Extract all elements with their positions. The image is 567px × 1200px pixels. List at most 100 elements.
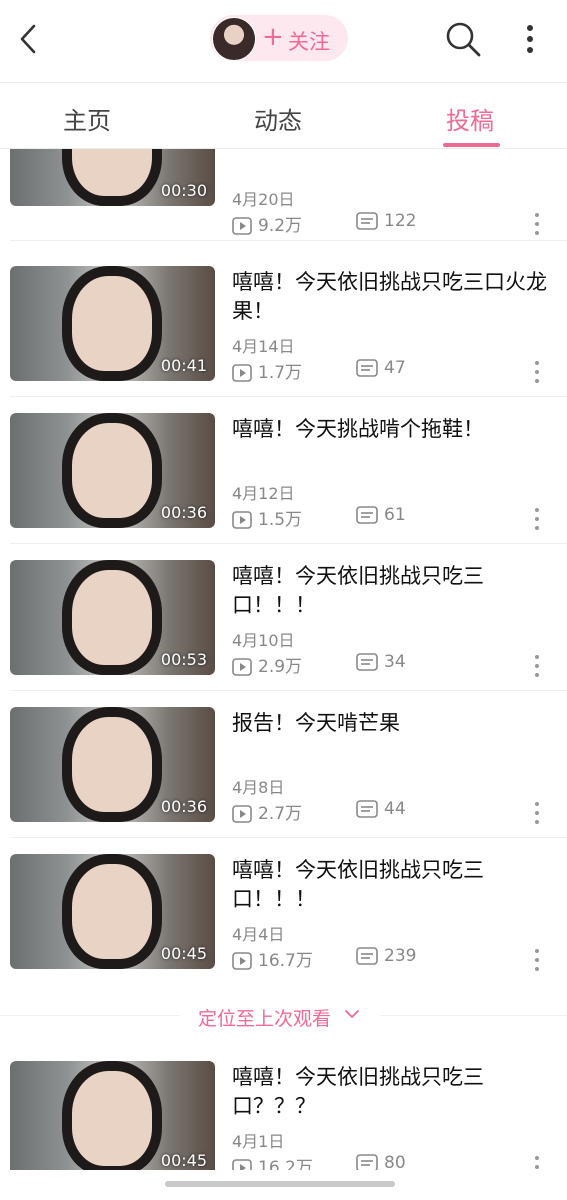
play-icon bbox=[232, 658, 252, 676]
comment-count: 34 bbox=[356, 652, 406, 672]
divider bbox=[10, 690, 567, 691]
play-count: 16.2万 bbox=[232, 1153, 313, 1170]
comment-count: 47 bbox=[356, 358, 406, 378]
video-duration: 00:53 bbox=[160, 650, 207, 669]
video-thumbnail[interactable]: 00:45 bbox=[10, 854, 215, 969]
comment-count-value: 61 bbox=[384, 505, 406, 525]
comment-icon bbox=[356, 212, 378, 230]
back-arrow-icon[interactable] bbox=[14, 22, 44, 56]
comment-icon bbox=[356, 359, 378, 377]
tab-activity[interactable]: 动态 bbox=[254, 101, 302, 136]
item-more-icon[interactable] bbox=[533, 801, 541, 825]
comment-icon bbox=[356, 800, 378, 818]
video-thumbnail[interactable]: 00:41 bbox=[10, 266, 215, 381]
chevron-down-icon bbox=[345, 1010, 359, 1018]
comment-count-value: 34 bbox=[384, 652, 406, 672]
follow-button[interactable]: + 关注 bbox=[210, 15, 348, 61]
locate-last-viewed-label: 定位至上次观看 bbox=[198, 1008, 332, 1030]
thumbnail-image bbox=[72, 570, 152, 665]
video-item[interactable]: 00:36 报告！今天啃芒果 4月8日 2.7万 44 bbox=[0, 707, 567, 854]
follow-label: 关注 bbox=[288, 30, 330, 54]
tab-home[interactable]: 主页 bbox=[63, 101, 111, 136]
comment-count: 61 bbox=[356, 505, 406, 525]
plus-icon: + bbox=[262, 22, 284, 52]
item-more-icon[interactable] bbox=[533, 1155, 541, 1170]
comment-icon bbox=[356, 947, 378, 965]
video-date: 4月4日 bbox=[232, 925, 285, 944]
comment-count-value: 44 bbox=[384, 799, 406, 819]
video-duration: 00:45 bbox=[160, 1151, 207, 1170]
comment-icon bbox=[356, 653, 378, 671]
video-duration: 00:41 bbox=[160, 356, 207, 375]
thumbnail-image bbox=[72, 423, 152, 518]
video-title[interactable]: 报告！今天啃芒果 bbox=[232, 709, 552, 738]
video-thumbnail[interactable]: 00:36 bbox=[10, 413, 215, 528]
home-indicator[interactable] bbox=[165, 1181, 395, 1187]
play-icon bbox=[232, 364, 252, 382]
video-thumbnail[interactable]: 00:53 bbox=[10, 560, 215, 675]
divider bbox=[10, 396, 567, 397]
tab-bar: 主页 动态 投稿 bbox=[0, 83, 567, 148]
video-title[interactable]: 嘻嘻！今天依旧挑战只吃三口！！！ bbox=[232, 856, 552, 914]
video-item[interactable]: 00:45 嘻嘻！今天依旧挑战只吃三口？？？ 4月1日 16.2万 80 bbox=[0, 1061, 567, 1170]
item-more-icon[interactable] bbox=[533, 212, 541, 236]
play-count-value: 1.7万 bbox=[258, 363, 303, 383]
play-count-value: 16.2万 bbox=[258, 1158, 313, 1170]
more-options-icon[interactable] bbox=[518, 22, 542, 56]
play-count-value: 2.7万 bbox=[258, 804, 303, 824]
video-title[interactable]: 嘻嘻！今天挑战啃个拖鞋！ bbox=[232, 415, 552, 444]
thumbnail-image bbox=[72, 864, 152, 959]
video-thumbnail[interactable]: 00:45 bbox=[10, 1061, 215, 1170]
comment-count: 122 bbox=[356, 211, 416, 231]
comment-count-value: 239 bbox=[384, 946, 417, 966]
video-item[interactable]: 00:36 嘻嘻！今天挑战啃个拖鞋！ 4月12日 1.5万 61 bbox=[0, 413, 567, 560]
avatar[interactable] bbox=[212, 17, 256, 61]
video-date: 4月14日 bbox=[232, 337, 295, 356]
thumbnail-image bbox=[72, 1071, 152, 1166]
video-list[interactable]: 00:30 4月20日 9.2万 122 00:41 嘻嘻！今天依旧挑战只吃三口… bbox=[0, 149, 567, 1170]
comment-count-value: 80 bbox=[384, 1153, 406, 1170]
locate-last-viewed[interactable]: 定位至上次观看 bbox=[0, 996, 567, 1036]
top-bar: + 关注 bbox=[0, 0, 567, 82]
video-duration: 00:36 bbox=[160, 797, 207, 816]
video-item[interactable]: 00:41 嘻嘻！今天依旧挑战只吃三口火龙果！ 4月14日 1.7万 47 bbox=[0, 266, 567, 413]
video-item[interactable]: 00:45 嘻嘻！今天依旧挑战只吃三口！！！ 4月4日 16.7万 239 bbox=[0, 854, 567, 1001]
play-count-value: 16.7万 bbox=[258, 951, 313, 971]
video-date: 4月8日 bbox=[232, 778, 285, 797]
video-thumbnail[interactable]: 00:30 bbox=[10, 149, 215, 206]
play-count: 2.9万 bbox=[232, 652, 302, 677]
comment-icon bbox=[356, 506, 378, 524]
divider bbox=[380, 1015, 567, 1016]
comment-count: 239 bbox=[356, 946, 416, 966]
video-title[interactable]: 嘻嘻！今天依旧挑战只吃三口？？？ bbox=[232, 1063, 552, 1121]
divider bbox=[0, 1015, 180, 1016]
video-date: 4月1日 bbox=[232, 1132, 285, 1151]
item-more-icon[interactable] bbox=[533, 507, 541, 531]
comment-count-value: 122 bbox=[384, 211, 417, 231]
divider bbox=[10, 837, 567, 838]
video-thumbnail[interactable]: 00:36 bbox=[10, 707, 215, 822]
item-more-icon[interactable] bbox=[533, 654, 541, 678]
play-count-value: 1.5万 bbox=[258, 510, 303, 530]
video-title[interactable]: 嘻嘻！今天依旧挑战只吃三口！！！ bbox=[232, 562, 552, 620]
divider bbox=[10, 240, 567, 241]
video-item[interactable]: 00:53 嘻嘻！今天依旧挑战只吃三口！！！ 4月10日 2.9万 34 bbox=[0, 560, 567, 707]
tab-submissions[interactable]: 投稿 bbox=[446, 101, 494, 136]
play-count: 9.2万 bbox=[232, 211, 302, 236]
comment-count-value: 47 bbox=[384, 358, 406, 378]
active-tab-indicator bbox=[443, 143, 500, 147]
video-date: 4月20日 bbox=[232, 190, 295, 209]
video-duration: 00:45 bbox=[160, 944, 207, 963]
play-icon bbox=[232, 217, 252, 235]
item-more-icon[interactable] bbox=[533, 948, 541, 972]
divider bbox=[10, 543, 567, 544]
play-count: 1.7万 bbox=[232, 358, 302, 383]
video-item[interactable]: 00:30 4月20日 9.2万 122 bbox=[0, 149, 567, 241]
comment-icon bbox=[356, 1154, 378, 1170]
item-more-icon[interactable] bbox=[533, 360, 541, 384]
play-icon bbox=[232, 805, 252, 823]
play-count-value: 9.2万 bbox=[258, 216, 303, 236]
video-title[interactable]: 嘻嘻！今天依旧挑战只吃三口火龙果！ bbox=[232, 268, 552, 326]
search-icon[interactable] bbox=[444, 20, 482, 58]
video-date: 4月10日 bbox=[232, 631, 295, 650]
